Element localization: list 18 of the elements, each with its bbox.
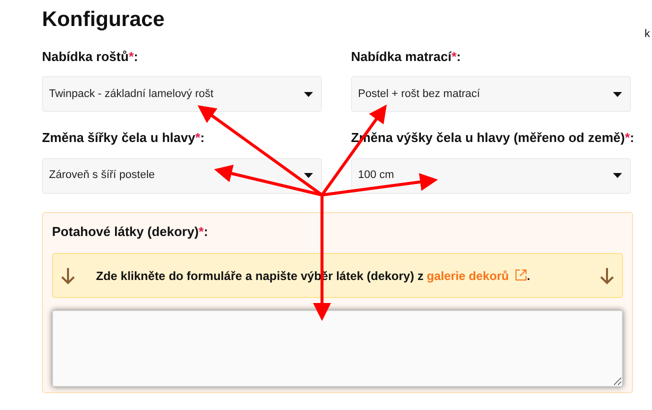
select-field[interactable]: Postel + rošt bez matrací <box>351 76 631 112</box>
fabric-text-area[interactable] <box>52 310 623 387</box>
arrow-down-icon <box>599 266 615 284</box>
caret-icon <box>304 173 313 178</box>
page-title: Konfigurace <box>42 7 165 33</box>
field-label: Změna šířky čela u hlavy*: <box>42 129 206 147</box>
arrow-down-icon <box>60 266 76 284</box>
field-label: Nabídka roštů*: <box>42 48 140 66</box>
field-label: Potahové látky (dekory)*: <box>52 222 210 241</box>
caret-icon <box>304 92 313 96</box>
caret-icon <box>613 173 622 178</box>
select-field[interactable]: 100 cm <box>351 158 631 194</box>
field-label: Nabídka matrací*: <box>351 48 462 66</box>
select-field[interactable]: Twinpack - základní lamelový rošt <box>42 76 322 112</box>
edge-text: k <box>644 27 650 42</box>
caret-icon <box>613 92 622 96</box>
external-link-icon <box>514 268 527 280</box>
select-field[interactable]: Zároveň s šíří postele <box>42 158 322 194</box>
